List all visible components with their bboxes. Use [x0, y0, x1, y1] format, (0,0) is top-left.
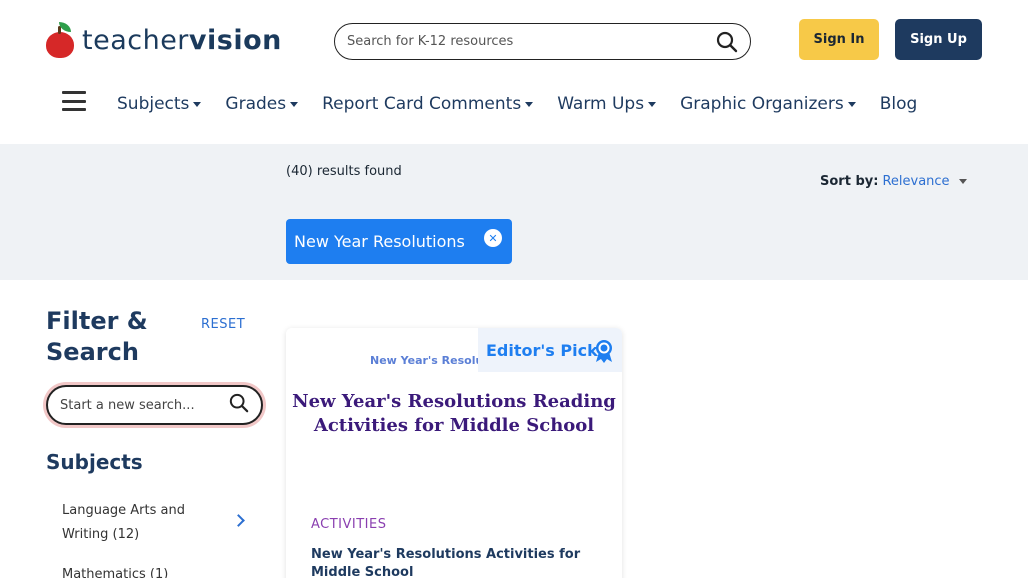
nav-item-subjects[interactable]: Subjects — [117, 94, 202, 114]
sign-in-button[interactable]: Sign In — [799, 19, 879, 60]
sidebar-search-input[interactable] — [60, 397, 229, 413]
logo-word-teacher: teacher — [82, 24, 189, 56]
site-search-input[interactable] — [347, 34, 716, 49]
sort-by-label: Sort by: — [820, 174, 879, 189]
award-ribbon-icon — [594, 339, 614, 367]
card-title[interactable]: New Year's Resolutions Activities for Mi… — [311, 546, 601, 578]
nav-item-label: Report Card Comments — [322, 94, 522, 114]
filter-search-title: Filter & Search — [46, 307, 148, 366]
chevron-right-icon[interactable] — [232, 514, 245, 527]
subjects-heading: Subjects — [46, 450, 143, 474]
active-filter-chip: New Year Resolutions ✕ — [286, 219, 512, 264]
nav-item-label: Graphic Organizers — [680, 94, 844, 114]
editors-pick-label: Editor's Pick — [486, 340, 598, 360]
logo-wordmark: teachervision — [82, 27, 282, 54]
search-icon[interactable] — [716, 31, 738, 53]
subject-item-mathematics[interactable]: Mathematics (1) — [62, 563, 252, 578]
nav-item-warm-ups[interactable]: Warm Ups — [557, 94, 657, 114]
sign-up-button[interactable]: Sign Up — [895, 19, 982, 60]
nav-item-graphic-organizers[interactable]: Graphic Organizers — [680, 94, 856, 114]
results-band — [0, 144, 1028, 280]
caret-down-icon — [648, 101, 657, 107]
close-icon[interactable]: ✕ — [484, 229, 502, 247]
nav-item-label: Grades — [225, 94, 287, 114]
teachervision-logo[interactable]: teachervision — [46, 20, 282, 60]
reset-link[interactable]: RESET — [201, 317, 245, 332]
hamburger-menu-icon[interactable] — [62, 91, 86, 111]
caret-down-icon — [525, 101, 534, 107]
card-category: ACTIVITIES — [311, 517, 387, 532]
active-filter-label: New Year Resolutions — [294, 232, 465, 251]
search-icon[interactable] — [229, 393, 249, 417]
thumbnail-title: New Year's Resolutions Reading Activitie… — [292, 391, 616, 436]
site-header: teachervision Sign In Sign Up Subjects G… — [0, 0, 1028, 144]
nav-item-label: Warm Ups — [557, 94, 645, 114]
sort-by-dropdown[interactable]: Sort by: Relevance — [820, 174, 967, 189]
nav-item-blog[interactable]: Blog — [880, 94, 918, 114]
caret-down-icon — [193, 101, 202, 107]
nav-item-label: Subjects — [117, 94, 190, 114]
sidebar-search-box — [46, 385, 263, 425]
resource-card[interactable]: New Year's Resolutions New Year's Resolu… — [286, 328, 622, 578]
caret-down-icon — [290, 101, 299, 107]
caret-down-icon — [847, 101, 856, 107]
nav-item-grades[interactable]: Grades — [225, 94, 299, 114]
nav-item-report-card-comments[interactable]: Report Card Comments — [322, 94, 534, 114]
sort-by-value: Relevance — [882, 174, 950, 189]
logo-word-vision: vision — [188, 24, 282, 56]
main-nav: Subjects Grades Report Card Comments War… — [117, 90, 941, 118]
nav-item-label: Blog — [879, 94, 918, 114]
caret-down-icon — [958, 179, 967, 184]
editors-pick-badge: Editor's Pick — [478, 328, 622, 372]
subject-item-language-arts[interactable]: Language Arts and Writing (12) — [62, 499, 202, 547]
site-search-box — [334, 23, 751, 60]
apple-icon — [46, 22, 74, 58]
results-count: (40) results found — [286, 164, 402, 179]
